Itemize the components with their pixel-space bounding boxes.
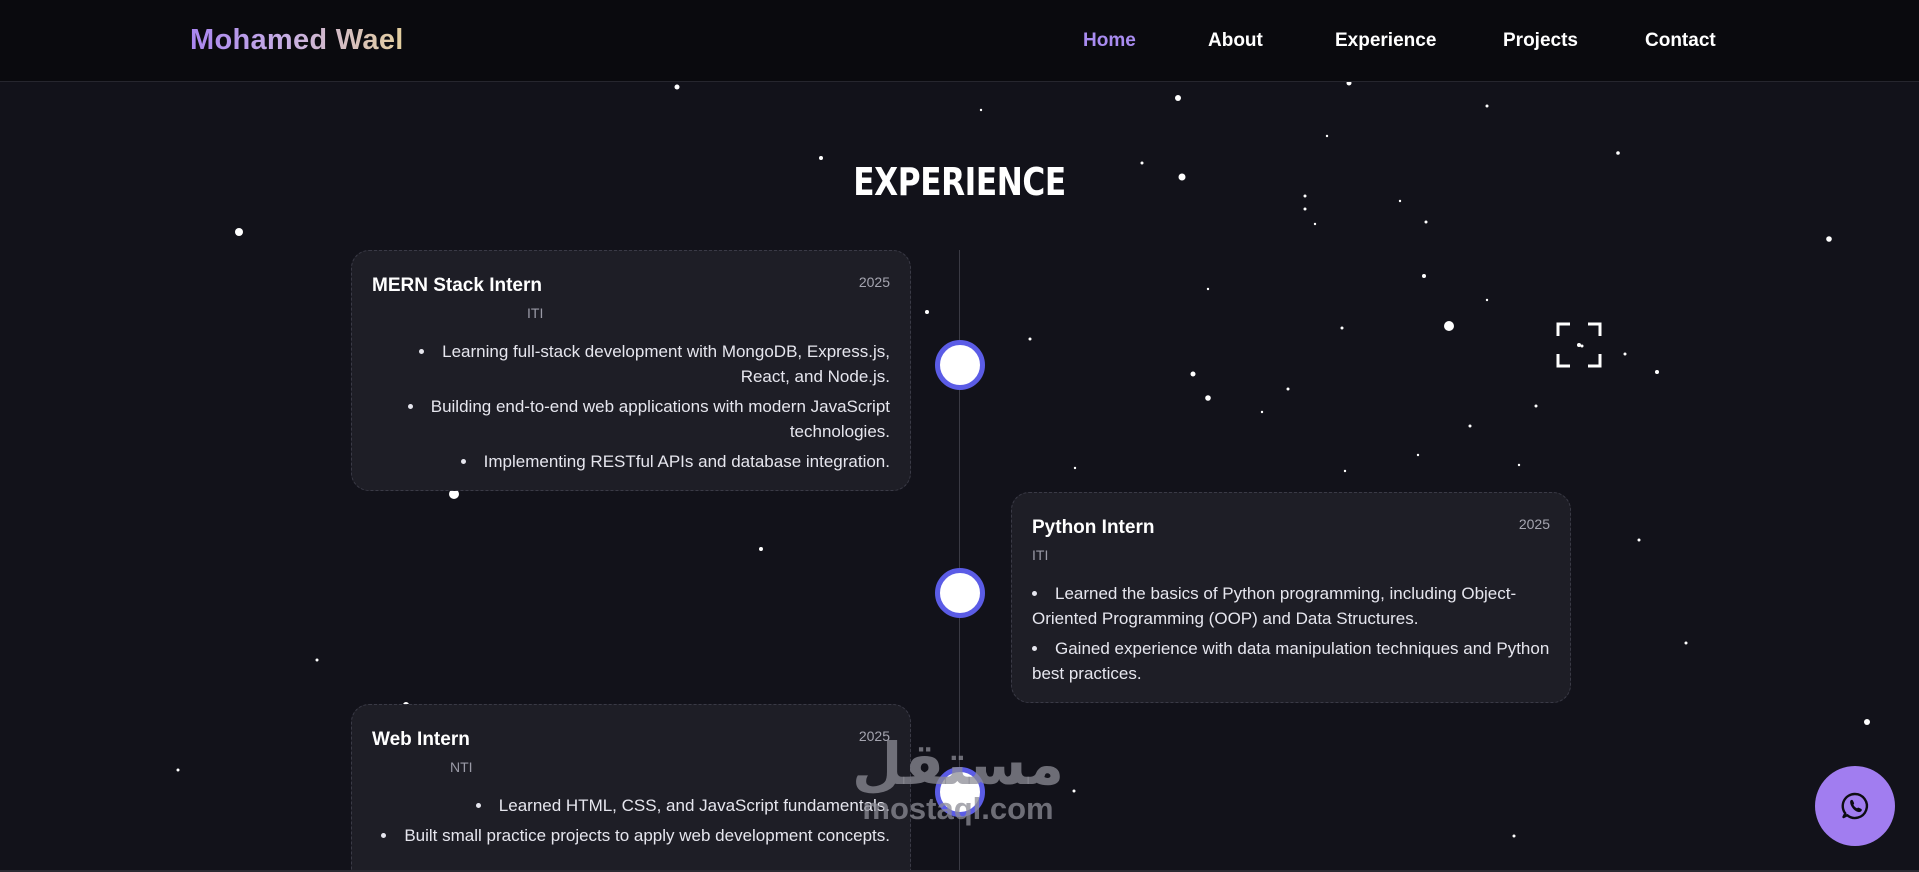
- list-item: Learning full-stack development with Mon…: [372, 339, 890, 389]
- list-item: Implementing RESTful APIs and database i…: [372, 449, 890, 474]
- experience-company: ITI: [527, 305, 544, 321]
- experience-card-web: 2025 Web Intern NTI Learned HTML, CSS, a…: [351, 704, 911, 872]
- watermark-arabic: مستقل: [851, 730, 1065, 798]
- experience-company: ITI: [1032, 547, 1049, 563]
- experience-role: MERN Stack Intern: [372, 275, 542, 296]
- navbar: Mohamed Wael Home About Experience Proje…: [0, 0, 1919, 82]
- section-title: EXPERIENCE: [853, 160, 1066, 204]
- list-item: Built small practice projects to apply w…: [372, 823, 890, 848]
- list-item: Learned HTML, CSS, and JavaScript fundam…: [372, 793, 890, 818]
- experience-year: 2025: [1518, 516, 1550, 532]
- list-item: Gained experience with data manipulation…: [1032, 636, 1550, 686]
- timeline-dot: [935, 568, 985, 618]
- list-item: Building end-to-end web applications wit…: [372, 394, 890, 444]
- experience-points: Learning full-stack development with Mon…: [372, 339, 890, 474]
- experience-card-mern: 2025 MERN Stack Intern ITI Learning full…: [351, 250, 911, 491]
- site-logo[interactable]: Mohamed Wael: [190, 24, 404, 57]
- nav-link-projects[interactable]: Projects: [1503, 30, 1578, 52]
- whatsapp-button[interactable]: [1815, 766, 1895, 846]
- nav-link-about[interactable]: About: [1208, 30, 1263, 52]
- experience-points: Learned HTML, CSS, and JavaScript fundam…: [372, 793, 890, 848]
- experience-company: NTI: [450, 759, 473, 775]
- nav-link-experience[interactable]: Experience: [1335, 30, 1436, 52]
- experience-year: 2025: [858, 274, 890, 290]
- whatsapp-icon: [1841, 792, 1869, 820]
- watermark: مستقل mostaql.com: [843, 735, 1073, 825]
- watermark-latin: mostaql.com: [862, 791, 1054, 826]
- experience-role: Web Intern: [372, 729, 470, 750]
- nav-link-home[interactable]: Home: [1083, 30, 1136, 52]
- fullscreen-focus-icon[interactable]: [1556, 322, 1602, 368]
- experience-role: Python Intern: [1032, 517, 1155, 538]
- timeline-dot: [935, 340, 985, 390]
- experience-points: Learned the basics of Python programming…: [1032, 581, 1550, 686]
- list-item: Learned the basics of Python programming…: [1032, 581, 1550, 631]
- nav-link-contact[interactable]: Contact: [1645, 30, 1716, 52]
- experience-card-python: 2025 Python Intern ITI Learned the basic…: [1011, 492, 1571, 703]
